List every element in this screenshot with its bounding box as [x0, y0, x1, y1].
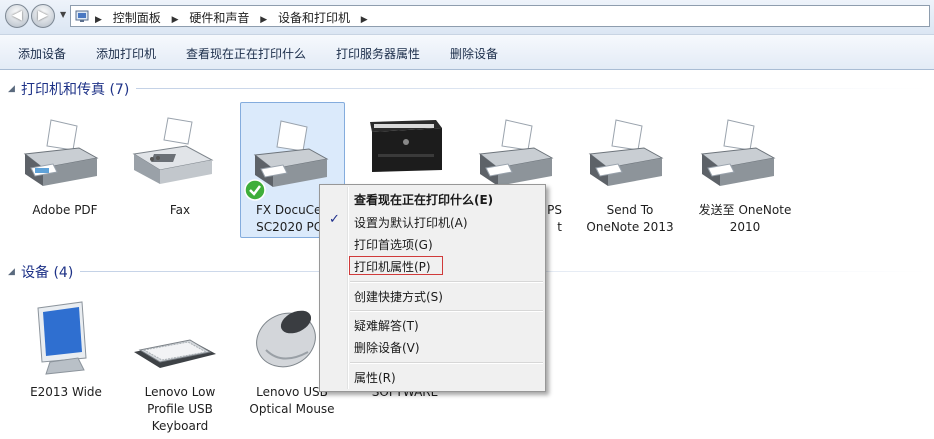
breadcrumb-devices-printers[interactable]: 设备和打印机	[278, 9, 350, 26]
chevron-right-icon[interactable]: ▶	[95, 15, 102, 25]
printer-icon	[23, 119, 99, 186]
menu-separator	[350, 362, 543, 364]
menu-printing-preferences[interactable]: 打印首选项(G)	[354, 236, 433, 253]
printer-icon	[700, 119, 776, 186]
control-panel-icon	[75, 10, 89, 22]
menu-printer-properties[interactable]: 打印机属性(P)	[354, 258, 431, 275]
address-bar[interactable]: ▶ 控制面板 ▶ 硬件和声音 ▶ 设备和打印机 ▶	[70, 5, 930, 27]
printer-send-to-onenote-2013[interactable]: Send To OneNote 2013	[580, 110, 680, 234]
command-bar: 添加设备 添加打印机 查看现在正在打印什么 打印服务器属性 删除设备	[0, 34, 934, 70]
back-button[interactable]: ◀	[5, 4, 29, 28]
green-check-icon	[244, 179, 266, 201]
recent-pages-dropdown-icon[interactable]: ▼	[60, 10, 66, 19]
menu-properties[interactable]: 属性(R)	[354, 369, 396, 386]
menu-troubleshoot[interactable]: 疑难解答(T)	[354, 317, 419, 334]
checkmark-icon: ✓	[329, 212, 340, 227]
printer-adobe-pdf[interactable]: Adobe PDF	[15, 110, 115, 230]
print-server-properties-button[interactable]: 打印服务器属性	[336, 45, 420, 62]
fax-machine-icon	[132, 117, 214, 184]
group-divider	[136, 88, 928, 89]
remove-device-button[interactable]: 删除设备	[450, 45, 498, 62]
device-label: Lenovo Low Profile USB Keyboard	[144, 385, 216, 433]
chevron-right-icon[interactable]: ▶	[260, 15, 267, 25]
printer-icon	[588, 119, 664, 186]
keyboard-icon	[134, 339, 216, 368]
menu-see-whats-printing[interactable]: 查看现在正在打印什么(E)	[354, 191, 493, 208]
add-printer-button[interactable]: 添加打印机	[96, 45, 156, 62]
device-lenovo-keyboard[interactable]: Lenovo Low Profile USB Keyboard	[130, 300, 230, 435]
device-label: E2013 Wide	[30, 385, 102, 399]
context-menu: 查看现在正在打印什么(E) ✓ 设置为默认打印机(A) 打印首选项(G) 打印机…	[319, 184, 546, 392]
breadcrumb-control-panel[interactable]: 控制面板	[113, 9, 161, 26]
chevron-right-icon[interactable]: ▶	[361, 15, 368, 25]
see-whats-printing-button[interactable]: 查看现在正在打印什么	[186, 45, 306, 62]
menu-gutter	[347, 187, 349, 389]
chevron-right-icon[interactable]: ▶	[172, 15, 179, 25]
devices-group-title: 设备 (4)	[21, 265, 74, 281]
printers-group-title: 打印机和传真 (7)	[21, 82, 130, 98]
printer-send-to-onenote-2010[interactable]: 发送至 OneNote 2010	[690, 110, 800, 234]
forward-button[interactable]: ▶	[31, 4, 55, 28]
monitor-icon	[37, 301, 87, 375]
printer-label: Send To OneNote 2013	[586, 203, 674, 234]
menu-separator	[350, 281, 543, 283]
device-monitor-e2013[interactable]: E2013 Wide	[16, 300, 116, 410]
printer-label: 发送至 OneNote 2010	[698, 203, 792, 234]
printers-group-header[interactable]: ◢ 打印机和传真 (7)	[8, 79, 928, 99]
menu-set-default-printer[interactable]: 设置为默认打印机(A)	[354, 214, 468, 231]
address-bar-area: ◀ ▶ ▼ ▶ 控制面板 ▶ 硬件和声音 ▶ 设备和打印机 ▶	[0, 0, 934, 34]
fax-printer[interactable]: Fax	[130, 110, 230, 230]
menu-separator	[350, 310, 543, 312]
collapse-triangle-icon[interactable]: ◢	[8, 267, 15, 277]
printer-label: Fax	[169, 203, 191, 217]
breadcrumb: ▶ 控制面板 ▶ 硬件和声音 ▶ 设备和打印机 ▶	[95, 9, 375, 26]
add-device-button[interactable]: 添加设备	[18, 45, 66, 62]
collapse-triangle-icon[interactable]: ◢	[8, 84, 15, 94]
laser-printer-icon	[370, 120, 442, 172]
printer-icon	[478, 119, 554, 186]
mouse-icon	[256, 310, 316, 368]
menu-remove-device[interactable]: 删除设备(V)	[354, 339, 420, 356]
breadcrumb-hardware-sound[interactable]: 硬件和声音	[189, 9, 249, 26]
printer-label: Adobe PDF	[32, 203, 98, 217]
menu-create-shortcut[interactable]: 创建快捷方式(S)	[354, 288, 443, 305]
